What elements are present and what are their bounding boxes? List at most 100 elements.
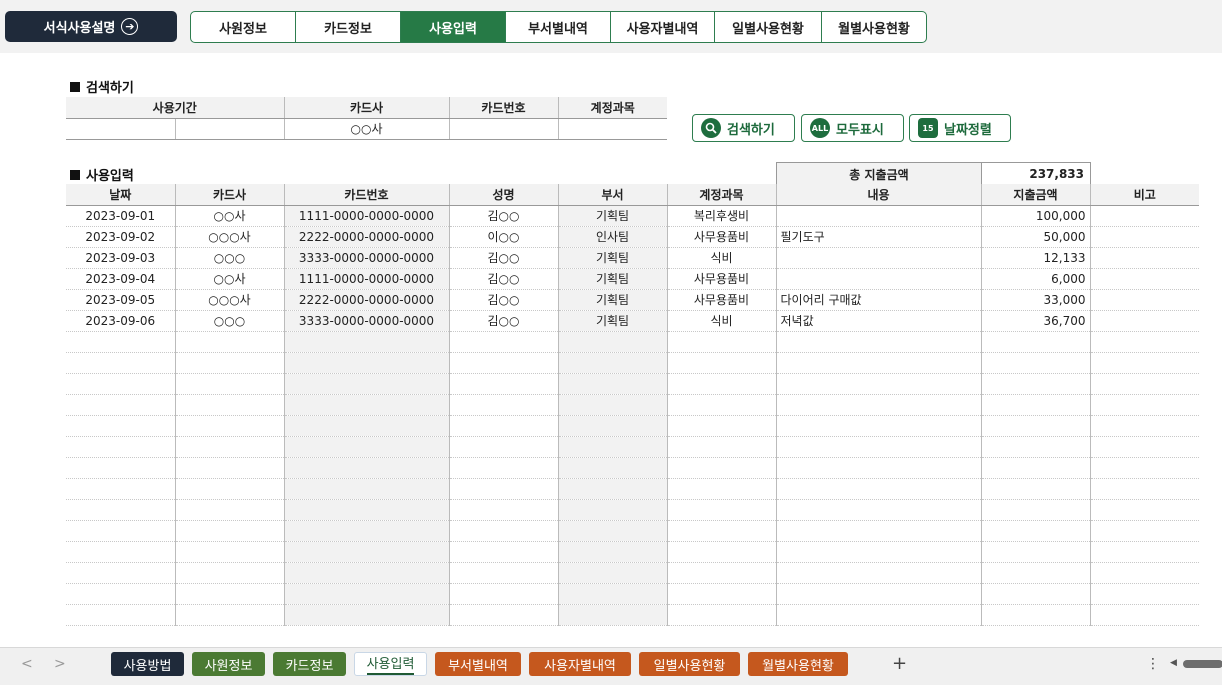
sort-date-button[interactable]: 15 날짜정렬 (909, 114, 1011, 142)
col-date-cell[interactable]: 2023-09-06 (66, 310, 176, 332)
col-department-cell[interactable]: 기획팀 (558, 268, 668, 290)
col-amount-cell[interactable]: 36,700 (981, 310, 1091, 332)
col-card-company-cell[interactable] (175, 394, 285, 416)
sheet-tab-daily[interactable]: 일별사용현황 (639, 652, 740, 676)
col-date-cell[interactable] (66, 331, 176, 353)
col-account-cell[interactable] (667, 457, 777, 479)
col-date-cell[interactable] (66, 478, 176, 500)
col-content-cell[interactable] (776, 268, 982, 290)
col-card-company-cell[interactable]: ○○○사 (175, 226, 285, 248)
col-department-cell[interactable] (558, 436, 668, 458)
horizontal-scrollbar[interactable]: ◀ (1170, 658, 1222, 670)
col-card-company-cell[interactable] (175, 373, 285, 395)
col-name-cell[interactable] (449, 499, 559, 521)
col-content-cell[interactable]: 필기도구 (776, 226, 982, 248)
col-note-cell[interactable] (1090, 583, 1199, 605)
col-note-cell[interactable] (1090, 331, 1199, 353)
card-number-cell[interactable] (449, 118, 559, 140)
col-date-cell[interactable]: 2023-09-01 (66, 205, 176, 227)
col-name-cell[interactable]: 김○○ (449, 268, 559, 290)
chevron-left-icon[interactable]: < (21, 656, 33, 672)
col-note-cell[interactable] (1090, 289, 1199, 311)
col-date-cell[interactable] (66, 499, 176, 521)
col-amount-cell[interactable]: 50,000 (981, 226, 1091, 248)
col-account-cell[interactable] (667, 499, 777, 521)
col-note-cell[interactable] (1090, 499, 1199, 521)
col-department-cell[interactable] (558, 541, 668, 563)
col-name-cell[interactable] (449, 373, 559, 395)
card-company-cell[interactable]: ○○사 (284, 118, 450, 140)
col-card-number-cell[interactable]: 3333-0000-0000-0000 (284, 310, 450, 332)
col-card-number-cell[interactable] (284, 499, 450, 521)
col-department-cell[interactable] (558, 394, 668, 416)
col-name-cell[interactable]: 김○○ (449, 289, 559, 311)
col-date-cell[interactable] (66, 520, 176, 542)
sheet-tab-user[interactable]: 사용자별내역 (529, 652, 631, 676)
col-name-cell[interactable]: 김○○ (449, 310, 559, 332)
tab-daily[interactable]: 일별사용현황 (715, 12, 822, 42)
tab-card-info[interactable]: 카드정보 (296, 12, 401, 42)
col-amount-cell[interactable] (981, 352, 1091, 374)
col-department-cell[interactable] (558, 562, 668, 584)
plus-icon[interactable]: + (892, 653, 907, 674)
col-content-cell[interactable] (776, 436, 982, 458)
col-card-number-cell[interactable] (284, 604, 450, 626)
col-content-cell[interactable] (776, 457, 982, 479)
sheet-tab-monthly[interactable]: 월별사용현황 (748, 652, 848, 676)
col-card-company-cell[interactable] (175, 352, 285, 374)
col-amount-cell[interactable]: 100,000 (981, 205, 1091, 227)
col-note-cell[interactable] (1090, 226, 1199, 248)
col-account-cell[interactable]: 식비 (667, 310, 777, 332)
col-name-cell[interactable] (449, 583, 559, 605)
col-account-cell[interactable] (667, 562, 777, 584)
period-end-cell[interactable] (175, 118, 285, 140)
col-card-number-cell[interactable] (284, 457, 450, 479)
col-card-company-cell[interactable] (175, 583, 285, 605)
col-content-cell[interactable] (776, 604, 982, 626)
col-account-cell[interactable] (667, 373, 777, 395)
col-note-cell[interactable] (1090, 373, 1199, 395)
col-date-cell[interactable] (66, 541, 176, 563)
col-name-cell[interactable]: 김○○ (449, 205, 559, 227)
col-name-cell[interactable] (449, 562, 559, 584)
col-content-cell[interactable] (776, 583, 982, 605)
col-amount-cell[interactable] (981, 541, 1091, 563)
sheet-tab-card[interactable]: 카드정보 (273, 652, 346, 676)
col-date-cell[interactable] (66, 415, 176, 437)
col-amount-cell[interactable] (981, 562, 1091, 584)
col-card-number-cell[interactable] (284, 478, 450, 500)
col-account-cell[interactable] (667, 415, 777, 437)
col-note-cell[interactable] (1090, 436, 1199, 458)
col-card-company-cell[interactable]: ○○사 (175, 268, 285, 290)
col-content-cell[interactable] (776, 478, 982, 500)
col-content-cell[interactable] (776, 394, 982, 416)
col-card-number-cell[interactable] (284, 583, 450, 605)
col-card-company-cell[interactable] (175, 562, 285, 584)
col-content-cell[interactable] (776, 520, 982, 542)
col-card-company-cell[interactable] (175, 457, 285, 479)
col-note-cell[interactable] (1090, 247, 1199, 269)
kebab-icon[interactable]: ⋮ (1146, 656, 1160, 672)
col-content-cell[interactable]: 저녁값 (776, 310, 982, 332)
col-content-cell[interactable] (776, 205, 982, 227)
col-account-cell[interactable]: 사무용품비 (667, 268, 777, 290)
col-date-cell[interactable] (66, 583, 176, 605)
col-name-cell[interactable] (449, 520, 559, 542)
col-card-number-cell[interactable] (284, 562, 450, 584)
col-note-cell[interactable] (1090, 205, 1199, 227)
col-department-cell[interactable] (558, 331, 668, 353)
col-amount-cell[interactable] (981, 373, 1091, 395)
col-content-cell[interactable] (776, 247, 982, 269)
col-date-cell[interactable] (66, 604, 176, 626)
col-account-cell[interactable]: 복리후생비 (667, 205, 777, 227)
col-amount-cell[interactable] (981, 457, 1091, 479)
tab-employee-info[interactable]: 사원정보 (191, 12, 296, 42)
col-card-number-cell[interactable] (284, 352, 450, 374)
col-card-company-cell[interactable] (175, 604, 285, 626)
col-name-cell[interactable]: 이○○ (449, 226, 559, 248)
col-card-company-cell[interactable]: ○○○ (175, 310, 285, 332)
col-note-cell[interactable] (1090, 394, 1199, 416)
col-account-cell[interactable]: 식비 (667, 247, 777, 269)
col-amount-cell[interactable] (981, 436, 1091, 458)
col-department-cell[interactable] (558, 352, 668, 374)
